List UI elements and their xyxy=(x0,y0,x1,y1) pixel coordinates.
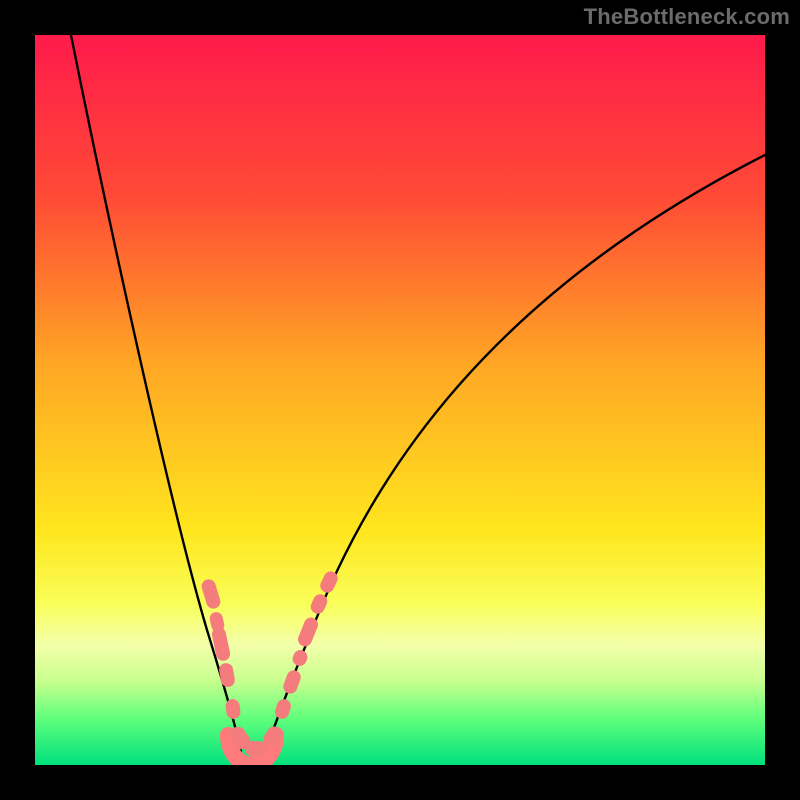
bead xyxy=(245,741,267,757)
gradient-background xyxy=(35,35,765,765)
plot-area xyxy=(35,35,765,765)
plot-svg xyxy=(35,35,765,765)
stage: TheBottleneck.com xyxy=(0,0,800,800)
watermark-text: TheBottleneck.com xyxy=(584,4,790,30)
